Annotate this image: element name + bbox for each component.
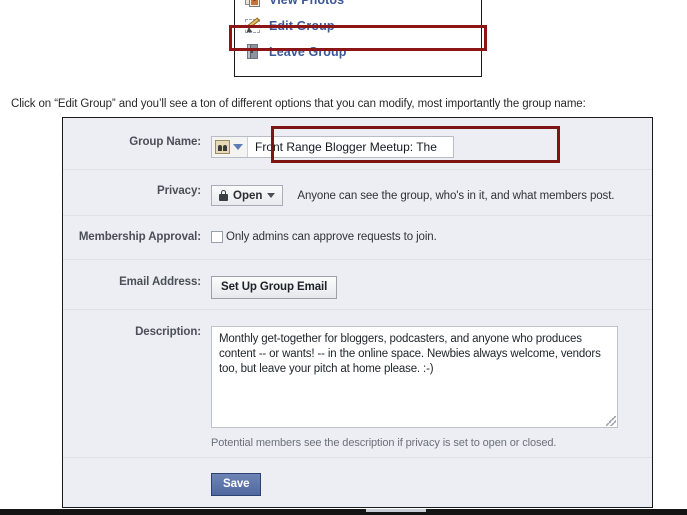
group-name-field-wrap: Front Range Blogger Meetup: The xyxy=(211,136,652,159)
photos-icon xyxy=(245,0,261,8)
resize-handle-icon[interactable] xyxy=(606,416,616,426)
description-help-text: Potential members see the description if… xyxy=(211,437,557,449)
description-field-wrap: Monthly get-together for bloggers, podca… xyxy=(211,326,652,449)
privacy-label: Privacy: xyxy=(157,185,201,197)
group-members-icon xyxy=(215,140,230,154)
pencil-icon xyxy=(244,17,261,35)
menu-item-view-photos[interactable]: View Photos xyxy=(235,0,481,13)
group-name-input[interactable]: Front Range Blogger Meetup: The xyxy=(211,136,454,158)
menu-item-edit-group[interactable]: Edit Group xyxy=(235,13,481,39)
audience-selector-button[interactable] xyxy=(212,137,248,157)
group-name-value[interactable]: Front Range Blogger Meetup: The xyxy=(248,137,453,157)
description-row: Description: Monthly get-together for bl… xyxy=(63,310,652,458)
group-name-label: Group Name: xyxy=(129,136,201,148)
email-address-label: Email Address: xyxy=(119,276,201,288)
privacy-description: Anyone can see the group, who's in it, a… xyxy=(297,189,615,202)
menu-item-label: View Photos xyxy=(269,0,345,7)
chevron-down-icon xyxy=(233,144,243,150)
membership-approval-row: Membership Approval: Only admins can app… xyxy=(63,216,652,260)
group-name-row: Group Name: Front Range Blogger Meetup: … xyxy=(63,118,652,170)
privacy-row: Privacy: Open Anyone can see the group, … xyxy=(63,170,652,216)
lock-icon xyxy=(219,190,228,201)
admins-approve-label: Only admins can approve requests to join… xyxy=(226,231,437,243)
instruction-caption: Click on “Edit Group” and you’ll see a t… xyxy=(11,98,586,110)
set-up-group-email-button[interactable]: Set Up Group Email xyxy=(211,276,338,299)
privacy-dropdown[interactable]: Open xyxy=(211,185,284,206)
save-field-wrap: Save xyxy=(211,473,652,496)
save-row: Save xyxy=(63,458,652,508)
menu-item-label: Edit Group xyxy=(269,19,335,33)
description-value: Monthly get-together for bloggers, podca… xyxy=(219,333,601,375)
chevron-down-icon xyxy=(267,193,276,198)
membership-approval-label: Membership Approval: xyxy=(78,231,201,243)
save-button[interactable]: Save xyxy=(211,473,262,496)
group-context-menu: View Photos Edit Group Leave Group xyxy=(234,0,482,77)
email-address-row: Email Address: Set Up Group Email xyxy=(63,260,652,310)
email-address-field-wrap: Set Up Group Email xyxy=(211,276,652,299)
door-icon xyxy=(245,44,261,60)
privacy-field-wrap: Open Anyone can see the group, who's in … xyxy=(211,185,652,206)
description-label: Description: xyxy=(135,326,201,338)
privacy-selected-value: Open xyxy=(233,189,263,202)
page-bottom-edge xyxy=(0,509,687,515)
menu-item-leave-group[interactable]: Leave Group xyxy=(235,39,481,65)
edit-group-form-panel: Group Name: Front Range Blogger Meetup: … xyxy=(62,117,653,508)
bottom-edge-segment xyxy=(366,509,426,512)
admins-approve-checkbox[interactable] xyxy=(211,231,223,243)
membership-approval-field-wrap: Only admins can approve requests to join… xyxy=(211,231,652,243)
menu-item-label: Leave Group xyxy=(269,45,347,59)
description-textarea[interactable]: Monthly get-together for bloggers, podca… xyxy=(211,326,618,428)
